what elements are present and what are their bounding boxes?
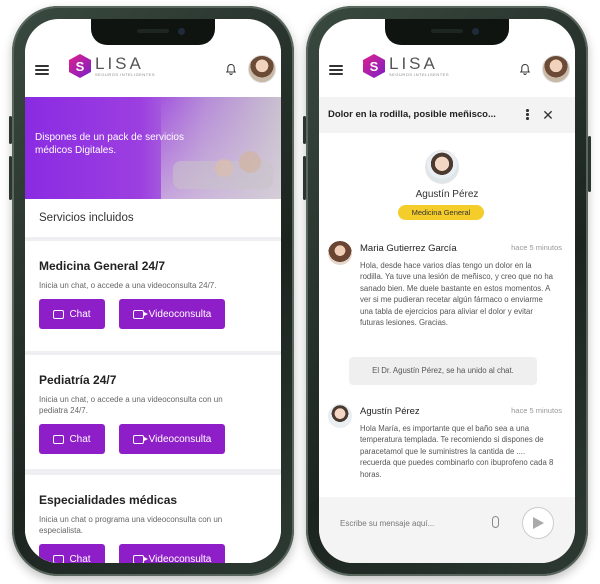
menu-icon[interactable] [329,65,343,75]
doctor-avatar [425,150,459,184]
left-phone: S LISA SEGUROS INTELIGENTES Dispones de … [9,6,294,576]
card-description: Inicia un chat, o accede a una videocons… [39,395,223,415]
service-card: Medicina General 24/7 Inicia un chat, o … [25,241,281,351]
lisa-logo: S LISA SEGUROS INTELIGENTES [69,54,155,78]
logo-mark: S [363,54,385,78]
card-title: Pediatría 24/7 [39,373,117,387]
user-avatar[interactable] [542,55,570,83]
service-card: Especialidades médicas Inicia un chat o … [25,475,281,563]
message-text: Hola María, es importante que el baño se… [360,424,554,479]
chat-icon [53,554,65,563]
phone-side-button [9,156,12,200]
attach-icon[interactable] [492,516,499,528]
chat-button[interactable]: Chat [39,424,105,454]
more-options-icon[interactable] [526,109,530,121]
phone-side-button [588,136,591,192]
video-icon [132,434,148,444]
videoconsulta-button[interactable]: Videoconsulta [119,299,225,329]
right-phone: S LISA SEGUROS INTELIGENTES Dolor en la … [303,6,591,576]
video-icon [132,309,148,319]
message-input[interactable]: Escribe su mensaje aquí... [340,519,434,528]
videoconsulta-button[interactable]: Videoconsulta [119,544,225,563]
send-button[interactable] [522,507,554,539]
message-time: hace 5 minutos [511,406,562,415]
logo-mark: S [69,54,91,78]
chat-header: Dolor en la rodilla, posible meñisco... … [319,97,575,133]
chat-icon [53,434,65,444]
card-title: Especialidades médicas [39,493,178,507]
phone-side-button [303,156,306,200]
phone-side-button [303,116,306,144]
logo-tagline: SEGUROS INTELIGENTES [389,72,450,77]
chat-message: Maria Gutierrez García hace 5 minutos Ho… [328,241,568,351]
logo-word: LISA [95,54,144,73]
message-avatar [328,404,352,428]
notch [91,19,215,45]
menu-icon[interactable] [35,65,49,75]
logo-word: LISA [389,54,438,73]
service-card: Pediatría 24/7 Inicia un chat, o accede … [25,355,281,469]
message-author: Agustín Pérez [360,406,420,417]
specialty-badge: Medicina General [398,205,484,220]
message-composer: Escribe su mensaje aquí... [319,497,575,563]
chat-button[interactable]: Chat [39,299,105,329]
message-time: hace 5 minutos [511,243,562,252]
promo-banner: Dispones de un pack de servicios médicos… [25,97,281,199]
banner-text: Dispones de un pack de servicios médicos… [35,132,184,156]
card-title: Medicina General 24/7 [39,259,166,273]
video-icon [132,554,148,563]
message-text: Hola, desde hace varios días tengo un do… [360,261,554,328]
notch [385,19,509,45]
left-screen: S LISA SEGUROS INTELIGENTES Dispones de … [25,19,281,563]
message-author: Maria Gutierrez García [360,243,457,254]
services-content: Servicios incluidos Medicina General 24/… [25,199,281,563]
lisa-logo: S LISA SEGUROS INTELIGENTES [363,54,449,78]
app-bar: S LISA SEGUROS INTELIGENTES [25,45,281,97]
bell-icon[interactable] [225,63,237,75]
section-title: Servicios incluidos [25,199,281,237]
chat-title: Dolor en la rodilla, posible meñisco... [328,109,496,120]
right-screen: S LISA SEGUROS INTELIGENTES Dolor en la … [319,19,575,563]
doctor-name: Agustín Pérez [415,189,479,200]
bell-icon[interactable] [519,63,531,75]
chat-icon [53,309,65,319]
logo-tagline: SEGUROS INTELIGENTES [95,72,156,77]
card-description: Inicia un chat o programa una videoconsu… [39,515,223,535]
app-bar: S LISA SEGUROS INTELIGENTES [319,45,575,97]
user-avatar[interactable] [248,55,276,83]
card-description: Inicia un chat, o accede a una videocons… [39,281,217,290]
system-message: El Dr. Agustín Pérez, se ha unido al cha… [349,357,537,385]
chat-button[interactable]: Chat [39,544,105,563]
close-icon[interactable]: ✕ [542,108,554,122]
chat-message: Agustín Pérez hace 5 minutos Hola María,… [328,404,568,494]
phone-side-button [9,116,12,144]
message-avatar [328,241,352,265]
send-icon [532,517,544,529]
videoconsulta-button[interactable]: Videoconsulta [119,424,225,454]
